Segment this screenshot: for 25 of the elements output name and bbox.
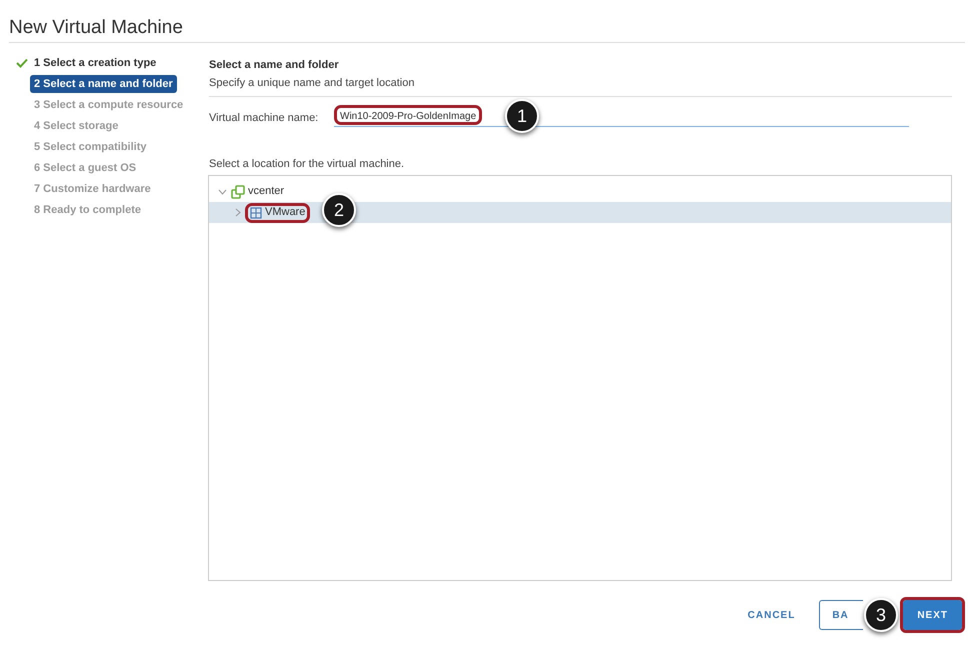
window-title: New Virtual Machine (9, 16, 183, 40)
wizard-step[interactable]: 2 Select a name and folder (30, 75, 177, 93)
wizard-step[interactable]: 3 Select a compute resource (30, 96, 188, 114)
page-heading: Select a name and folder (209, 58, 339, 73)
wizard-step[interactable]: 4 Select storage (30, 118, 122, 134)
wizard-step[interactable]: 1 Select a creation type (30, 54, 160, 72)
wizard-step[interactable]: 7 Customize hardware (30, 180, 155, 198)
callout-badge: 3 (864, 598, 898, 632)
field-value: Win10-2009-Pro-GoldenImage (334, 105, 482, 125)
location-label: Select a location for the virtual machine. (209, 157, 404, 172)
callout-badge: 2 (322, 193, 356, 227)
wizard-step[interactable]: 8 Ready to complete (30, 202, 145, 218)
datacenter-icon (250, 206, 262, 218)
tree-item-label[interactable]: vcenter (248, 183, 284, 200)
cancel-button[interactable]: CANCEL (736, 600, 808, 630)
chevron-down-icon[interactable] (218, 188, 226, 194)
field-label: Virtual machine name: (209, 111, 318, 126)
page-subheading: Specify a unique name and target location (209, 76, 414, 91)
vcenter-icon (231, 184, 245, 198)
next-button[interactable]: NEXT (903, 600, 962, 630)
wizard-step[interactable]: 6 Select a guest OS (30, 160, 140, 176)
wizard-step[interactable]: 5 Select compatibility (30, 138, 150, 156)
callout-badge: 1 (505, 99, 539, 133)
back-button[interactable]: BA (819, 600, 864, 630)
chevron-right-icon[interactable] (235, 208, 241, 217)
